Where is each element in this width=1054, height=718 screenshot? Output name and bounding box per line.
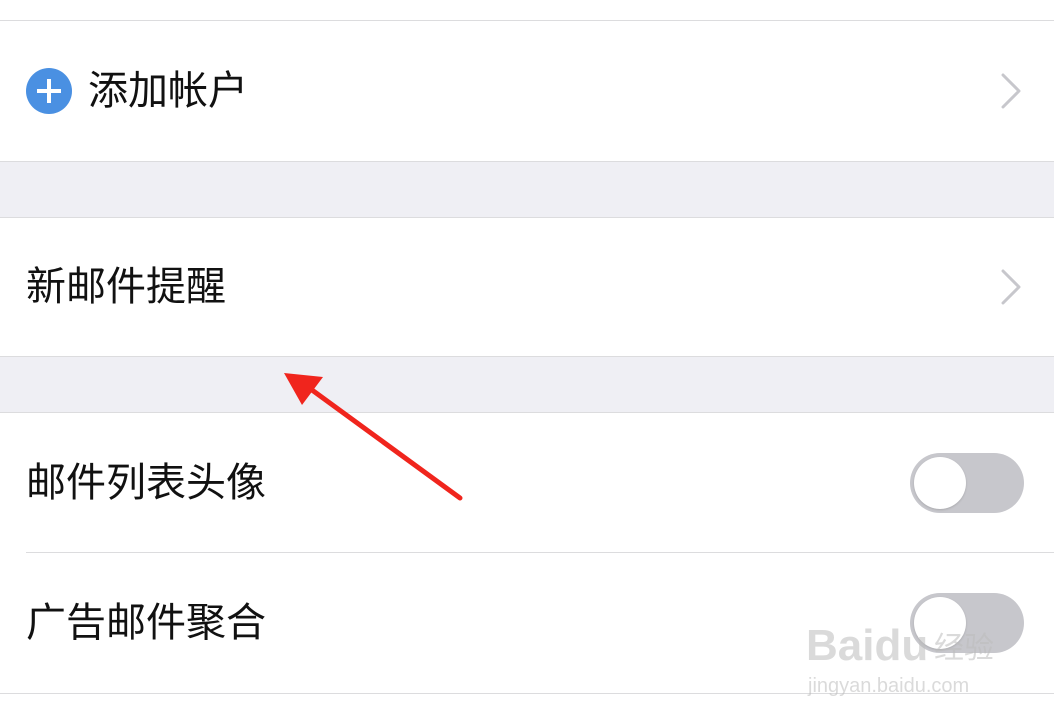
watermark-brand-cn: 经验 [934, 631, 994, 666]
section-gap [0, 357, 1054, 412]
toggle-knob [914, 456, 966, 509]
add-account-row[interactable]: 添加帐户 [0, 21, 1054, 161]
ad-mail-aggregate-label: 广告邮件聚合 [26, 600, 266, 646]
new-mail-alert-row[interactable]: 新邮件提醒 [0, 218, 1054, 356]
list-avatar-toggle[interactable] [910, 452, 1024, 513]
watermark-url: jingyan.baidu.com [807, 675, 969, 697]
plus-circle-icon [26, 68, 72, 114]
chevron-right-icon [1000, 72, 1022, 110]
watermark-brand: Baidu [806, 621, 928, 670]
baidu-watermark: Baidu 经验 jingyan.baidu.com [806, 621, 994, 697]
chevron-right-icon [1000, 268, 1022, 306]
section-gap [0, 162, 1054, 217]
add-account-label: 添加帐户 [88, 68, 248, 114]
settings-screen: 添加帐户 新邮件提醒 邮件列表头像 广告邮件聚合 Baidu 经验 jingya… [0, 0, 1054, 718]
new-mail-alert-label: 新邮件提醒 [26, 264, 226, 310]
list-avatar-row: 邮件列表头像 [0, 413, 1054, 552]
list-avatar-label: 邮件列表头像 [26, 459, 266, 506]
